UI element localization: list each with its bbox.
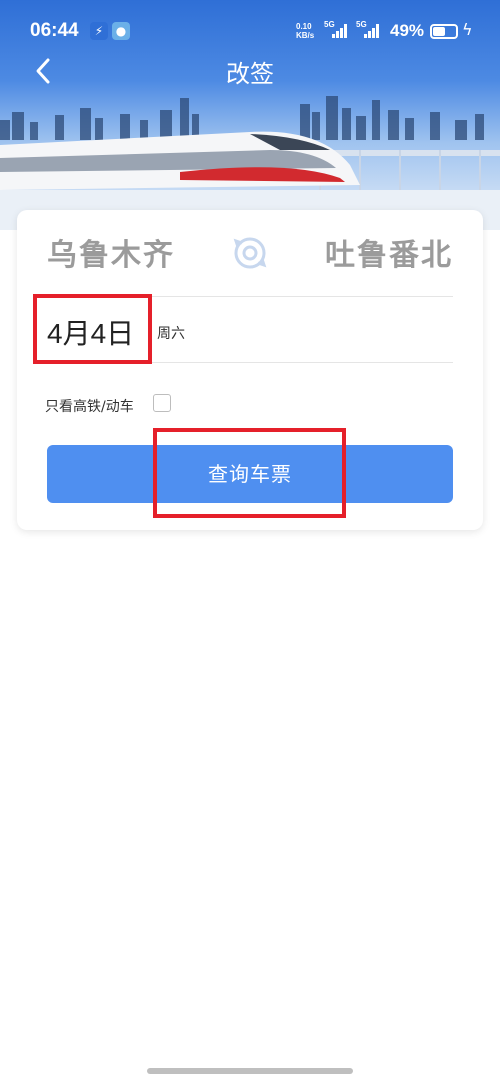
date-highlight-box [33, 294, 152, 364]
app-notification-icon: ⚡ [90, 22, 108, 40]
network-speed-unit: KB/s [296, 31, 315, 40]
battery-percent: 49% [390, 21, 425, 40]
page-title: 改签 [226, 60, 274, 88]
swap-stations-button[interactable] [232, 235, 268, 271]
status-bar: 06:44 ⚡ ● 0.10 KB/s 5G 5G 49% ϟ [0, 0, 500, 60]
swap-stations-icon [233, 237, 267, 269]
signal-icon: 5G [324, 20, 350, 40]
charging-icon: ϟ [462, 20, 473, 39]
signal-icon-2: 5G [356, 20, 382, 40]
battery-icon [430, 24, 458, 39]
network-speed: 0.10 KB/s [296, 22, 314, 40]
search-highlight-box [153, 428, 346, 518]
travel-weekday: 周六 [157, 326, 185, 342]
app-notification-icon-2: ● [112, 22, 130, 40]
to-station[interactable]: 吐鲁番北 [325, 230, 453, 274]
high-speed-filter-checkbox[interactable] [153, 394, 171, 412]
high-speed-filter-label: 只看高铁/动车 [45, 399, 134, 415]
status-time: 06:44 [30, 20, 79, 41]
network-speed-value: 0.10 [296, 22, 312, 31]
home-indicator[interactable] [147, 1068, 353, 1074]
from-station[interactable]: 乌鲁木齐 [47, 230, 175, 274]
